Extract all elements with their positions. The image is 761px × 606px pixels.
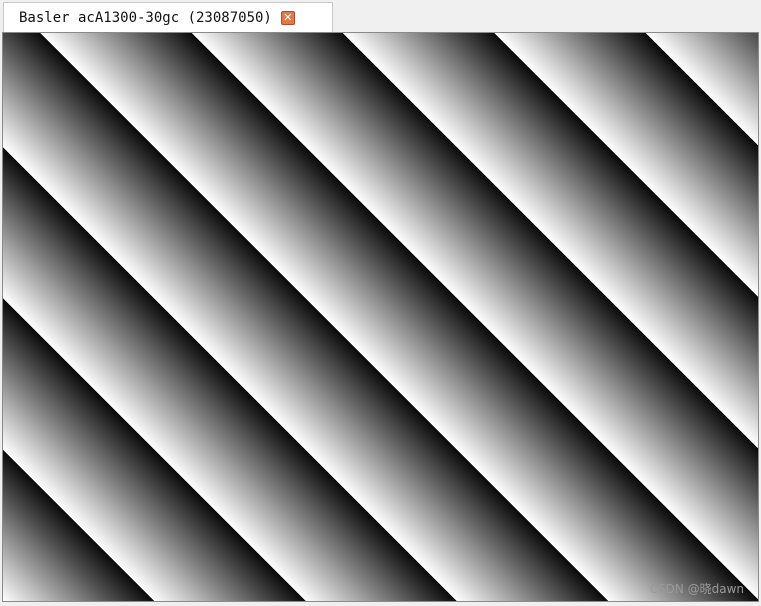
tab-title: Basler acA1300-30gc (23087050) [19, 9, 272, 26]
watermark-text: CSDN @晓dawn [649, 582, 744, 596]
camera-view-window: Basler acA1300-30gc (23087050) ✕ CSDN @晓… [0, 0, 761, 606]
image-viewport[interactable]: CSDN @晓dawn [2, 32, 759, 602]
tab-camera-view[interactable]: Basler acA1300-30gc (23087050) ✕ [3, 2, 333, 32]
camera-test-pattern-image [3, 33, 758, 601]
tab-bar: Basler acA1300-30gc (23087050) ✕ [0, 0, 761, 32]
bottom-border [0, 602, 761, 606]
close-icon[interactable]: ✕ [280, 10, 295, 25]
